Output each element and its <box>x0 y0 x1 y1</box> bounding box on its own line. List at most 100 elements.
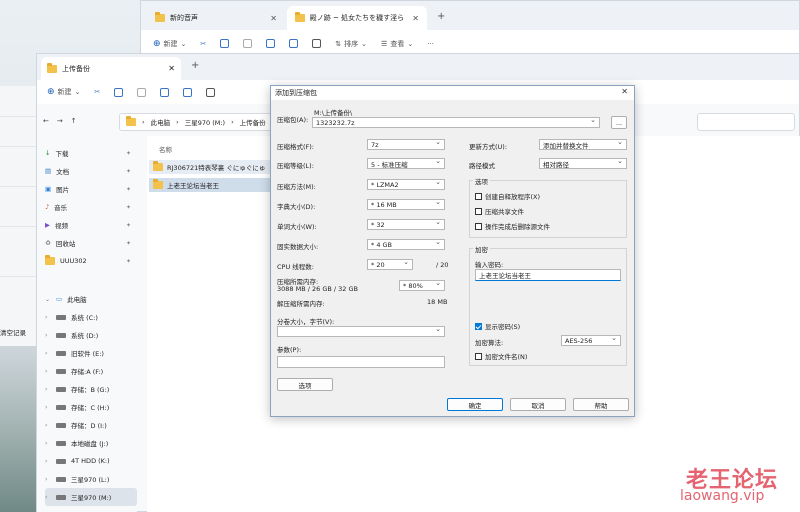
solid-select[interactable]: * 4 GB <box>367 238 445 250</box>
ok-button[interactable]: 确定 <box>447 398 503 411</box>
tab-upload-backup[interactable]: 上传备份 ✕ <box>41 57 181 80</box>
nav-item-drive[interactable]: › 4T HDD (K:) <box>45 452 137 470</box>
pin-icon: ✦ <box>125 203 131 211</box>
delete-icon[interactable] <box>206 87 216 97</box>
nav-item-drive[interactable]: › 存储:A (F:) <box>45 362 137 380</box>
nav-item-drive[interactable]: › 存储：D (I:) <box>45 416 137 434</box>
list-item[interactable]: 上老王论坛当老王 <box>149 178 289 192</box>
nav-item-downloads[interactable]: ↓ 下载 ✦ <box>45 144 137 162</box>
address-bar[interactable]: › 此电脑 › 三星970 (M:) › 上传备份 <box>119 113 279 131</box>
nav-item-drive[interactable]: › 三星970 (L:) <box>45 470 137 488</box>
forward-icon[interactable]: → <box>57 117 63 125</box>
nav-item-drive[interactable]: › 系统 (D:) <box>45 326 137 344</box>
breadcrumb-item[interactable]: 此电脑 <box>151 117 171 127</box>
method-select[interactable]: * LZMA2 <box>367 178 445 190</box>
nav-item-drive[interactable]: › 旧软件 (E:) <box>45 344 137 362</box>
nav-item-drive[interactable]: › 本地磁盘 (J:) <box>45 434 137 452</box>
more-button[interactable]: ··· <box>427 40 434 48</box>
new-button[interactable]: ⊕ 新建 ⌄ <box>47 87 80 97</box>
options-button[interactable]: 选项 <box>277 378 333 391</box>
rename-icon[interactable] <box>160 87 170 97</box>
word-select[interactable]: * 32 <box>367 218 445 230</box>
tab-new-audio[interactable]: 新的音声 ✕ <box>147 6 285 30</box>
browse-button[interactable]: ... <box>611 116 627 129</box>
enc-method-select[interactable]: AES-256 <box>561 334 621 346</box>
mem-percent-select[interactable]: * 80% <box>399 279 445 291</box>
password-label: 输入密码: <box>475 261 504 269</box>
format-select[interactable]: 7z <box>367 138 445 150</box>
list-item[interactable]: RJ306721特表琴裏 ぐにゅぐにゅ <box>149 160 289 174</box>
nav-item-uuu302[interactable]: UUU302 ✦ <box>45 252 137 270</box>
nav-item-pictures[interactable]: ▣ 图片 ✦ <box>45 180 137 198</box>
new-tab-icon[interactable]: + <box>437 11 445 22</box>
tab-active-folder[interactable]: 殿ノ跡 ~ 処女たちを穢す淫ら ✕ <box>287 6 427 30</box>
copy-icon[interactable] <box>114 87 124 97</box>
threads-select[interactable]: * 20 <box>367 258 413 270</box>
chevron-right-icon: › <box>45 331 48 339</box>
back-icon[interactable]: ← <box>43 117 49 125</box>
help-button[interactable]: 帮助 <box>573 398 629 411</box>
breadcrumb-item[interactable]: 上传备份 <box>240 117 266 127</box>
level-select[interactable]: 5 - 标准压缩 <box>367 157 445 169</box>
nav-label: 回收站 <box>55 240 76 248</box>
sort-button[interactable]: ⇅ 排序 ⌄ <box>335 39 367 49</box>
update-label: 更新方式(U): <box>469 143 508 151</box>
archive-name-combo[interactable]: 1323232.7z <box>312 116 600 128</box>
drive-icon <box>56 332 66 338</box>
paste-icon[interactable] <box>243 39 253 48</box>
solid-label: 固实数据大小: <box>277 243 319 251</box>
delete-icon[interactable] <box>312 39 322 48</box>
nav-item-drive[interactable]: › 存储：B (G:) <box>45 380 137 398</box>
password-input[interactable]: 上老王论坛当老王 <box>475 269 621 281</box>
share-icon[interactable] <box>289 39 299 48</box>
left-partial-window: 清空记录 <box>0 86 40 346</box>
new-tab-icon[interactable]: + <box>191 60 199 71</box>
nav-item-this-pc[interactable]: ⌄ ▭ 此电脑 <box>45 290 137 308</box>
split-combo[interactable] <box>277 325 445 337</box>
clear-history-link[interactable]: 清空记录 <box>0 327 26 337</box>
drive-icon <box>56 350 66 356</box>
copy-icon[interactable] <box>220 39 230 48</box>
new-button[interactable]: ⊕ 新建 ⌄ <box>153 39 186 49</box>
pin-icon: ✦ <box>125 167 131 175</box>
nav-item-drive-selected[interactable]: › 三星970 (M:) <box>45 488 137 506</box>
sfx-checkbox[interactable]: 创建自释放程序(X) <box>475 191 540 201</box>
path-select[interactable]: 相对路径 <box>539 157 627 169</box>
threads-total: / 20 <box>436 261 449 269</box>
pin-icon: ✦ <box>125 149 131 157</box>
cut-icon[interactable]: ✂ <box>94 88 100 96</box>
encrypt-names-checkbox[interactable]: 加密文件名(N) <box>475 351 527 361</box>
chevron-right-icon: › <box>45 439 48 447</box>
chevron-right-icon: › <box>45 367 48 375</box>
nav-item-drive[interactable]: › 系统 (C:) <box>45 308 137 326</box>
close-icon[interactable]: ✕ <box>412 14 419 23</box>
search-input[interactable] <box>697 113 795 131</box>
rename-icon[interactable] <box>266 39 276 48</box>
show-password-checkbox[interactable]: 显示密码(S) <box>475 321 520 331</box>
share-icon[interactable] <box>183 87 193 97</box>
breadcrumb-item[interactable]: 三星970 (M:) <box>185 117 225 127</box>
cut-icon[interactable]: ✂ <box>200 40 206 48</box>
nav-item-drive[interactable]: › 存储：C (H:) <box>45 398 137 416</box>
shared-checkbox[interactable]: 压缩共享文件 <box>475 206 524 216</box>
up-icon[interactable]: ↑ <box>71 117 77 125</box>
options-group-title: 选项 <box>473 176 490 186</box>
dict-label: 字典大小(D): <box>277 203 316 211</box>
paste-icon[interactable] <box>137 87 147 97</box>
nav-item-music[interactable]: ♪ 音乐 ✦ <box>45 198 137 216</box>
params-input[interactable] <box>277 356 445 368</box>
nav-item-videos[interactable]: ▶ 视频 ✦ <box>45 216 137 234</box>
nav-item-documents[interactable]: ▤ 文档 ✦ <box>45 162 137 180</box>
video-icon: ▶ <box>45 221 50 229</box>
nav-item-recycle-bin[interactable]: ♻ 回收站 ✦ <box>45 234 137 252</box>
view-button[interactable]: ☰ 查看 ⌄ <box>381 39 413 49</box>
word-label: 单词大小(W): <box>277 223 317 231</box>
dict-select[interactable]: * 16 MB <box>367 198 445 210</box>
delete-source-checkbox[interactable]: 操作完成后删除源文件 <box>475 221 550 231</box>
column-header-name[interactable]: 名称 <box>159 144 172 154</box>
cancel-button[interactable]: 取消 <box>510 398 566 411</box>
close-icon[interactable]: ✕ <box>168 64 175 73</box>
update-select[interactable]: 添加并替换文件 <box>539 138 627 150</box>
close-icon[interactable]: ✕ <box>621 87 628 96</box>
close-icon[interactable]: ✕ <box>270 14 277 23</box>
